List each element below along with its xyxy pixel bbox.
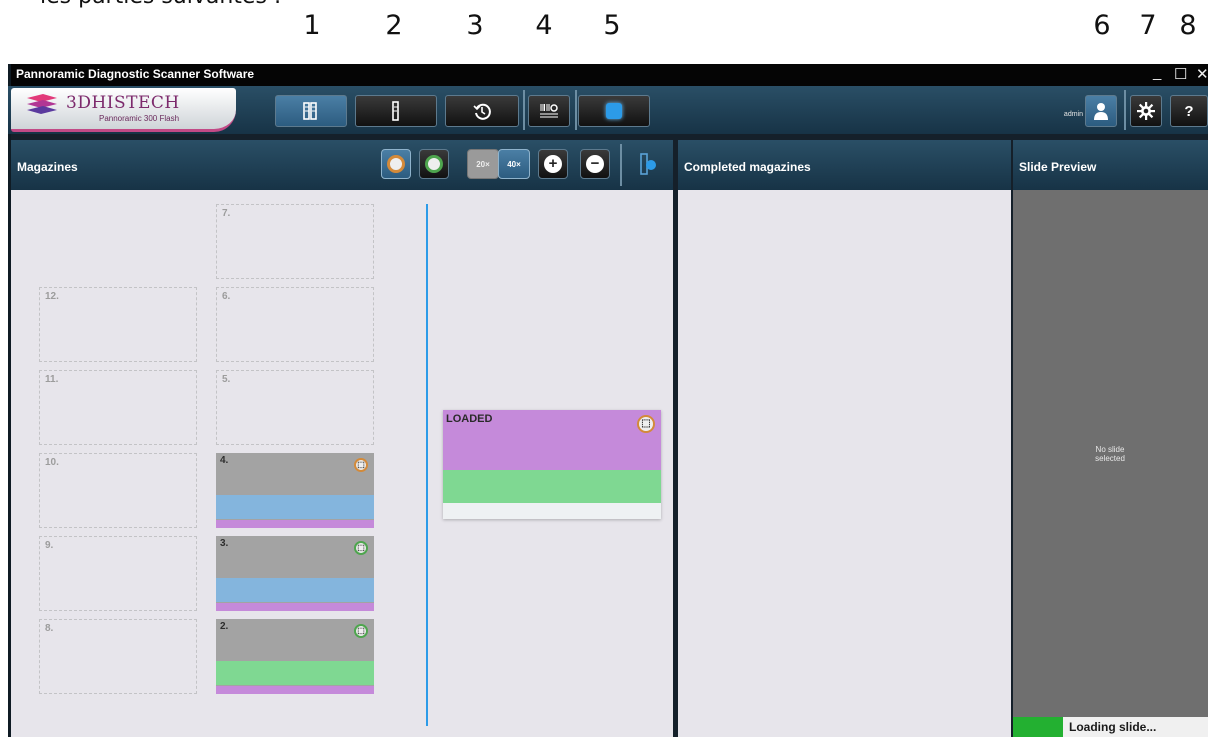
magazine-slot[interactable]: 5. bbox=[216, 370, 374, 445]
callout-5: 5 bbox=[603, 10, 621, 41]
help-icon: ? bbox=[1184, 102, 1194, 120]
slide-label-stripe bbox=[216, 661, 374, 685]
filter-done-button[interactable] bbox=[419, 149, 449, 179]
magazine-done-icon bbox=[425, 155, 443, 173]
loading-status-text: Loading slide... bbox=[1069, 720, 1157, 734]
loading-progress-indicator bbox=[1013, 717, 1063, 737]
magazines-panel-body: 7. 12. 6. 11. 5. 10. 9. 8. 4. ⬚ 3. ⬚ 2. bbox=[11, 190, 673, 737]
header-separator bbox=[620, 144, 622, 186]
gear-icon bbox=[1137, 102, 1155, 120]
caption-text: les parties suivantes : bbox=[40, 0, 281, 9]
magazines-panel-title: Magazines bbox=[17, 160, 78, 174]
slide-preview-area: No slide selected bbox=[1013, 190, 1208, 717]
slide-label-stripe bbox=[443, 470, 661, 503]
slide-bottom-stripe bbox=[443, 503, 661, 519]
callout-4: 4 bbox=[535, 10, 553, 41]
magazine-slide-card[interactable]: 4. ⬚ bbox=[216, 453, 374, 528]
remove-magazine-button[interactable]: − bbox=[580, 149, 610, 179]
add-magazine-button[interactable]: + bbox=[538, 149, 568, 179]
toolbar-separator bbox=[523, 90, 525, 130]
magazines-view-button[interactable] bbox=[275, 95, 347, 127]
logo-brand-name: 3DHISTECH bbox=[66, 93, 180, 113]
barcode-settings-icon bbox=[540, 104, 558, 118]
slide-bottom-stripe bbox=[216, 603, 374, 611]
loaded-label: LOADED bbox=[446, 413, 493, 425]
magazines-panel: Magazines 20× 40× + − 7. 12. 6. 11. 5. 1… bbox=[11, 140, 673, 737]
toolbar-separator bbox=[575, 90, 577, 130]
callout-6: 6 bbox=[1093, 10, 1111, 41]
slide-label-stripe bbox=[216, 495, 374, 519]
filter-pending-button[interactable] bbox=[381, 149, 411, 179]
slide-view-button[interactable] bbox=[355, 95, 437, 127]
minimize-button[interactable]: _ bbox=[1153, 64, 1161, 81]
magazine-slide-card[interactable]: 2. ⬚ bbox=[216, 619, 374, 694]
slide-bottom-stripe bbox=[216, 520, 374, 528]
logo-model-name: Pannoramic 300 Flash bbox=[99, 114, 180, 123]
plus-icon: + bbox=[544, 155, 562, 173]
history-icon bbox=[473, 103, 491, 120]
main-content: Magazines 20× 40× + − 7. 12. 6. 11. 5. 1… bbox=[11, 134, 1208, 737]
settings-button[interactable] bbox=[1130, 95, 1162, 127]
slide-preview-title: Slide Preview bbox=[1019, 160, 1097, 174]
magazine-slot[interactable]: 11. bbox=[39, 370, 197, 445]
user-icon bbox=[1094, 103, 1108, 120]
toolbar-separator bbox=[1124, 90, 1126, 130]
callout-3: 3 bbox=[466, 10, 484, 41]
scan-profile-button[interactable] bbox=[633, 149, 663, 179]
main-toolbar: 3DHISTECH Pannoramic 300 Flash admin ? bbox=[8, 86, 1208, 134]
magazine-pending-icon: ⬚ bbox=[637, 415, 655, 433]
magazine-pending-icon: ⬚ bbox=[354, 458, 368, 472]
stop-button[interactable] bbox=[578, 95, 650, 127]
slide-bottom-stripe bbox=[216, 686, 374, 694]
window-titlebar: Pannoramic Diagnostic Scanner Software _… bbox=[8, 64, 1208, 86]
minus-icon: − bbox=[586, 155, 604, 173]
zoom-20x-button[interactable]: 20× bbox=[467, 149, 499, 179]
magazine-slot[interactable]: 10. bbox=[39, 453, 197, 528]
magazine-done-icon: ⬚ bbox=[354, 541, 368, 555]
user-button[interactable] bbox=[1085, 95, 1117, 127]
magazines-panel-header: Magazines 20× 40× + − bbox=[11, 140, 673, 190]
magazine-done-icon: ⬚ bbox=[354, 624, 368, 638]
callout-2: 2 bbox=[385, 10, 403, 41]
completed-panel: Completed magazines bbox=[678, 140, 1011, 737]
magazines-icon bbox=[303, 102, 317, 120]
magazine-slide-card[interactable]: 3. ⬚ bbox=[216, 536, 374, 611]
history-button[interactable] bbox=[445, 95, 519, 127]
no-slide-message: No slide selected bbox=[1095, 445, 1125, 463]
barcode-settings-button[interactable] bbox=[528, 95, 570, 127]
window-title: Pannoramic Diagnostic Scanner Software bbox=[16, 67, 255, 81]
close-button[interactable]: ✕ bbox=[1196, 65, 1208, 83]
logo-stack-icon bbox=[27, 94, 57, 114]
magazine-slot[interactable]: 6. bbox=[216, 287, 374, 362]
slide-preview-header: Slide Preview bbox=[1013, 140, 1208, 190]
magazine-slot[interactable]: 7. bbox=[216, 204, 374, 279]
callout-7: 7 bbox=[1139, 10, 1157, 41]
stop-icon bbox=[606, 103, 622, 119]
magazine-slot[interactable]: 9. bbox=[39, 536, 197, 611]
user-name-label: admin bbox=[1063, 111, 1083, 118]
zoom-40x-button[interactable]: 40× bbox=[498, 149, 530, 179]
slide-preview-panel: Slide Preview No slide selected Loading … bbox=[1013, 140, 1208, 737]
completed-panel-body bbox=[678, 190, 1011, 737]
completed-panel-header: Completed magazines bbox=[678, 140, 1011, 190]
slide-icon bbox=[392, 101, 399, 121]
help-button[interactable]: ? bbox=[1170, 95, 1208, 127]
callout-8: 8 bbox=[1179, 10, 1197, 41]
callout-1: 1 bbox=[303, 10, 321, 41]
slide-label-stripe bbox=[216, 578, 374, 602]
scan-profile-icon bbox=[640, 153, 656, 175]
magazine-slot[interactable]: 12. bbox=[39, 287, 197, 362]
brand-logo: 3DHISTECH Pannoramic 300 Flash bbox=[11, 88, 236, 132]
completed-panel-title: Completed magazines bbox=[684, 160, 811, 174]
maximize-button[interactable]: ☐ bbox=[1174, 65, 1187, 83]
magazine-pending-icon bbox=[387, 155, 405, 173]
magazine-slot[interactable]: 8. bbox=[39, 619, 197, 694]
loading-status-bar: Loading slide... bbox=[1013, 717, 1208, 737]
loaded-divider bbox=[426, 204, 428, 726]
loaded-slide-card[interactable]: LOADED ⬚ bbox=[443, 410, 661, 519]
